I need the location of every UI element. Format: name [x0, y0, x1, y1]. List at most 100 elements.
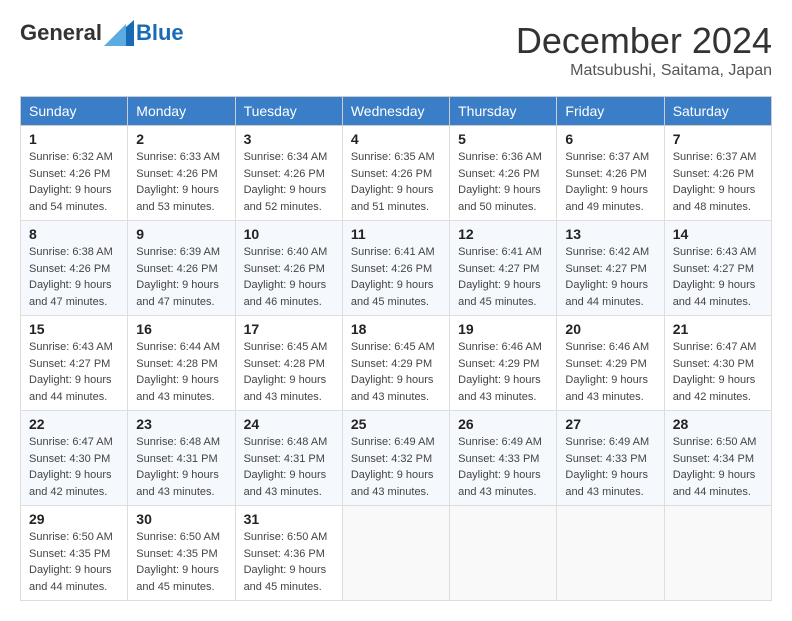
day-number: 2: [136, 131, 226, 147]
calendar-week-row: 1 Sunrise: 6:32 AMSunset: 4:26 PMDaylight…: [21, 126, 772, 221]
day-number: 24: [244, 416, 334, 432]
calendar-cell: 19 Sunrise: 6:46 AMSunset: 4:29 PMDayligh…: [450, 316, 557, 411]
weekday-header-monday: Monday: [128, 97, 235, 126]
day-number: 1: [29, 131, 119, 147]
day-number: 14: [673, 226, 763, 242]
calendar-week-row: 22 Sunrise: 6:47 AMSunset: 4:30 PMDayligh…: [21, 411, 772, 506]
calendar-cell: 18Sunrise: 6:45 AMSunset: 4:29 PMDayligh…: [342, 316, 449, 411]
calendar-cell: 1 Sunrise: 6:32 AMSunset: 4:26 PMDaylight…: [21, 126, 128, 221]
calendar-week-row: 15 Sunrise: 6:43 AMSunset: 4:27 PMDayligh…: [21, 316, 772, 411]
day-info: Sunrise: 6:46 AMSunset: 4:29 PMDaylight:…: [458, 339, 548, 405]
day-number: 15: [29, 321, 119, 337]
day-number: 25: [351, 416, 441, 432]
calendar-cell: 3 Sunrise: 6:34 AMSunset: 4:26 PMDaylight…: [235, 126, 342, 221]
day-info: Sunrise: 6:36 AMSunset: 4:26 PMDaylight:…: [458, 149, 548, 215]
calendar-cell: [557, 506, 664, 601]
day-info: Sunrise: 6:45 AMSunset: 4:28 PMDaylight:…: [244, 339, 334, 405]
logo-blue: Blue: [136, 20, 184, 46]
calendar-cell: 22 Sunrise: 6:47 AMSunset: 4:30 PMDayligh…: [21, 411, 128, 506]
day-number: 19: [458, 321, 548, 337]
day-number: 23: [136, 416, 226, 432]
day-number: 3: [244, 131, 334, 147]
calendar-cell: 25 Sunrise: 6:49 AMSunset: 4:32 PMDayligh…: [342, 411, 449, 506]
calendar-cell: 29 Sunrise: 6:50 AMSunset: 4:35 PMDayligh…: [21, 506, 128, 601]
day-info: Sunrise: 6:33 AMSunset: 4:26 PMDaylight:…: [136, 149, 226, 215]
calendar-cell: 8Sunrise: 6:38 AMSunset: 4:26 PMDaylight…: [21, 221, 128, 316]
day-info: Sunrise: 6:37 AMSunset: 4:26 PMDaylight:…: [565, 149, 655, 215]
day-info: Sunrise: 6:48 AMSunset: 4:31 PMDaylight:…: [136, 434, 226, 500]
day-info: Sunrise: 6:45 AMSunset: 4:29 PMDaylight:…: [351, 339, 441, 405]
calendar-cell: [664, 506, 771, 601]
day-number: 27: [565, 416, 655, 432]
day-number: 13: [565, 226, 655, 242]
month-title: December 2024: [516, 20, 772, 62]
day-info: Sunrise: 6:41 AMSunset: 4:27 PMDaylight:…: [458, 244, 548, 310]
day-number: 9: [136, 226, 226, 242]
day-number: 28: [673, 416, 763, 432]
calendar-cell: 17 Sunrise: 6:45 AMSunset: 4:28 PMDayligh…: [235, 316, 342, 411]
day-info: Sunrise: 6:50 AMSunset: 4:35 PMDaylight:…: [136, 529, 226, 595]
calendar-cell: 11 Sunrise: 6:41 AMSunset: 4:26 PMDayligh…: [342, 221, 449, 316]
day-info: Sunrise: 6:43 AMSunset: 4:27 PMDaylight:…: [29, 339, 119, 405]
calendar-cell: 14 Sunrise: 6:43 AMSunset: 4:27 PMDayligh…: [664, 221, 771, 316]
day-info: Sunrise: 6:35 AMSunset: 4:26 PMDaylight:…: [351, 149, 441, 215]
calendar-week-row: 8Sunrise: 6:38 AMSunset: 4:26 PMDaylight…: [21, 221, 772, 316]
day-info: Sunrise: 6:47 AMSunset: 4:30 PMDaylight:…: [673, 339, 763, 405]
day-info: Sunrise: 6:32 AMSunset: 4:26 PMDaylight:…: [29, 149, 119, 215]
day-number: 11: [351, 226, 441, 242]
day-info: Sunrise: 6:37 AMSunset: 4:26 PMDaylight:…: [673, 149, 763, 215]
day-number: 22: [29, 416, 119, 432]
calendar-cell: 5 Sunrise: 6:36 AMSunset: 4:26 PMDaylight…: [450, 126, 557, 221]
day-number: 10: [244, 226, 334, 242]
calendar-cell: 13 Sunrise: 6:42 AMSunset: 4:27 PMDayligh…: [557, 221, 664, 316]
weekday-header-sunday: Sunday: [21, 97, 128, 126]
day-info: Sunrise: 6:34 AMSunset: 4:26 PMDaylight:…: [244, 149, 334, 215]
weekday-header-tuesday: Tuesday: [235, 97, 342, 126]
weekday-header-friday: Friday: [557, 97, 664, 126]
calendar-table: SundayMondayTuesdayWednesdayThursdayFrid…: [20, 96, 772, 601]
calendar-cell: [342, 506, 449, 601]
calendar-cell: 10 Sunrise: 6:40 AMSunset: 4:26 PMDayligh…: [235, 221, 342, 316]
day-info: Sunrise: 6:49 AMSunset: 4:33 PMDaylight:…: [565, 434, 655, 500]
day-info: Sunrise: 6:43 AMSunset: 4:27 PMDaylight:…: [673, 244, 763, 310]
day-number: 30: [136, 511, 226, 527]
day-info: Sunrise: 6:49 AMSunset: 4:33 PMDaylight:…: [458, 434, 548, 500]
calendar-cell: 27 Sunrise: 6:49 AMSunset: 4:33 PMDayligh…: [557, 411, 664, 506]
day-number: 21: [673, 321, 763, 337]
day-number: 17: [244, 321, 334, 337]
calendar-cell: [450, 506, 557, 601]
calendar-cell: 28 Sunrise: 6:50 AMSunset: 4:34 PMDayligh…: [664, 411, 771, 506]
day-number: 7: [673, 131, 763, 147]
day-info: Sunrise: 6:49 AMSunset: 4:32 PMDaylight:…: [351, 434, 441, 500]
day-info: Sunrise: 6:48 AMSunset: 4:31 PMDaylight:…: [244, 434, 334, 500]
day-number: 29: [29, 511, 119, 527]
day-info: Sunrise: 6:39 AMSunset: 4:26 PMDaylight:…: [136, 244, 226, 310]
day-number: 16: [136, 321, 226, 337]
day-number: 4: [351, 131, 441, 147]
calendar-cell: 15 Sunrise: 6:43 AMSunset: 4:27 PMDayligh…: [21, 316, 128, 411]
weekday-header-saturday: Saturday: [664, 97, 771, 126]
calendar-cell: 16 Sunrise: 6:44 AMSunset: 4:28 PMDayligh…: [128, 316, 235, 411]
logo-general: General: [20, 20, 102, 46]
day-info: Sunrise: 6:42 AMSunset: 4:27 PMDaylight:…: [565, 244, 655, 310]
logo: General Blue: [20, 20, 184, 46]
calendar-cell: 21 Sunrise: 6:47 AMSunset: 4:30 PMDayligh…: [664, 316, 771, 411]
day-number: 5: [458, 131, 548, 147]
day-info: Sunrise: 6:38 AMSunset: 4:26 PMDaylight:…: [29, 244, 119, 310]
calendar-cell: 26 Sunrise: 6:49 AMSunset: 4:33 PMDayligh…: [450, 411, 557, 506]
day-info: Sunrise: 6:41 AMSunset: 4:26 PMDaylight:…: [351, 244, 441, 310]
day-info: Sunrise: 6:50 AMSunset: 4:35 PMDaylight:…: [29, 529, 119, 595]
day-info: Sunrise: 6:50 AMSunset: 4:34 PMDaylight:…: [673, 434, 763, 500]
day-info: Sunrise: 6:47 AMSunset: 4:30 PMDaylight:…: [29, 434, 119, 500]
calendar-cell: 24 Sunrise: 6:48 AMSunset: 4:31 PMDayligh…: [235, 411, 342, 506]
day-number: 26: [458, 416, 548, 432]
calendar-cell: 9 Sunrise: 6:39 AMSunset: 4:26 PMDaylight…: [128, 221, 235, 316]
day-info: Sunrise: 6:50 AMSunset: 4:36 PMDaylight:…: [244, 529, 334, 595]
location: Matsubushi, Saitama, Japan: [516, 62, 772, 80]
calendar-cell: 6Sunrise: 6:37 AMSunset: 4:26 PMDaylight…: [557, 126, 664, 221]
calendar-week-row: 29 Sunrise: 6:50 AMSunset: 4:35 PMDayligh…: [21, 506, 772, 601]
day-info: Sunrise: 6:40 AMSunset: 4:26 PMDaylight:…: [244, 244, 334, 310]
day-number: 20: [565, 321, 655, 337]
day-info: Sunrise: 6:44 AMSunset: 4:28 PMDaylight:…: [136, 339, 226, 405]
calendar-cell: 30 Sunrise: 6:50 AMSunset: 4:35 PMDayligh…: [128, 506, 235, 601]
